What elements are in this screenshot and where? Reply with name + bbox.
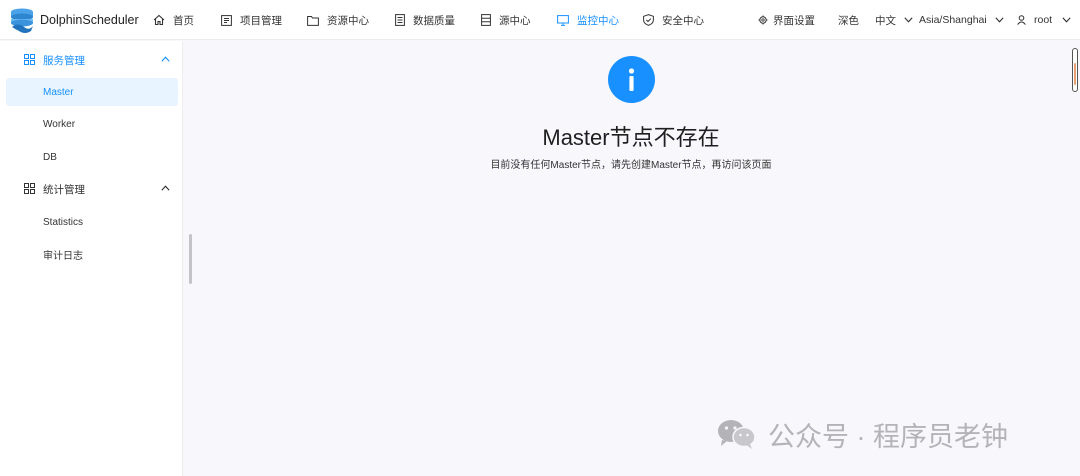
sidebar: 服务管理 Master Worker DB 统计管理 Statistics 审计… <box>0 41 183 476</box>
nav-datasource-label: 源中心 <box>499 14 531 27</box>
timezone-label: Asia/Shanghai <box>919 14 987 26</box>
info-icon <box>608 56 655 103</box>
theme-toggle[interactable]: 深色 <box>838 0 859 40</box>
sidebar-item-master[interactable]: Master <box>6 78 178 106</box>
dolphin-logo-icon <box>8 7 36 33</box>
ui-settings-label: 界面设置 <box>773 14 815 27</box>
chevron-down-icon <box>1062 17 1071 23</box>
nav-security[interactable]: 安全中心 <box>643 0 704 40</box>
nav-data-quality-label: 数据质量 <box>413 14 455 27</box>
user-menu[interactable]: root <box>1017 0 1071 40</box>
chevron-down-icon <box>904 17 913 23</box>
chevron-up-icon <box>161 185 170 191</box>
main-scrollbar[interactable] <box>1072 48 1078 92</box>
nav-project[interactable]: 项目管理 <box>221 0 282 40</box>
result-description: 目前没有任何Master节点，请先创建Master节点，再访问该页面 <box>490 160 772 171</box>
chevron-down-icon <box>995 17 1004 23</box>
app-title: DolphinScheduler <box>40 13 139 27</box>
gear-icon <box>758 15 768 25</box>
sidebar-item-label: Statistics <box>43 216 84 228</box>
sidebar-group-statistics[interactable]: 统计管理 <box>0 176 183 202</box>
shield-icon <box>643 14 654 26</box>
folder-icon <box>307 15 319 26</box>
watermark-text: 公众号 · 程序员老钟 <box>768 421 1008 452</box>
nav-home-label: 首页 <box>173 14 194 27</box>
language-label: 中文 <box>875 14 896 27</box>
database-icon <box>481 14 491 26</box>
sidebar-scrollbar[interactable] <box>189 234 192 284</box>
nav-monitor[interactable]: 监控中心 <box>557 0 619 40</box>
home-icon <box>153 14 165 26</box>
app-logo[interactable]: DolphinScheduler <box>8 6 139 34</box>
sidebar-item-label: Master <box>43 86 74 98</box>
sidebar-group-service[interactable]: 服务管理 <box>0 47 183 73</box>
timezone-select[interactable]: Asia/Shanghai <box>919 0 1004 40</box>
top-navbar: DolphinScheduler 首页 项目管理 资源中心 数据质量 源中心 监… <box>0 0 1080 40</box>
nav-data-quality[interactable]: 数据质量 <box>395 0 455 40</box>
nav-monitor-label: 监控中心 <box>577 14 619 27</box>
nav-resource[interactable]: 资源中心 <box>307 0 369 40</box>
nav-datasource[interactable]: 源中心 <box>481 0 531 40</box>
theme-label: 深色 <box>838 14 859 27</box>
nav-home[interactable]: 首页 <box>153 0 194 40</box>
sidebar-item-audit-log[interactable]: 审计日志 <box>6 240 178 268</box>
monitor-icon <box>557 14 569 26</box>
watermark: 公众号 · 程序员老钟 <box>716 414 1008 454</box>
sidebar-group-label: 统计管理 <box>43 183 85 196</box>
nav-resource-label: 资源中心 <box>327 14 369 27</box>
sidebar-item-statistics[interactable]: Statistics <box>6 208 178 236</box>
chevron-up-icon <box>161 56 170 62</box>
user-icon <box>1017 15 1026 25</box>
result-title: Master节点不存在 <box>542 125 720 150</box>
nav-security-label: 安全中心 <box>662 14 704 27</box>
sidebar-item-label: 审计日志 <box>43 250 83 262</box>
nav-project-label: 项目管理 <box>240 14 282 27</box>
document-icon <box>395 14 405 26</box>
grid-icon <box>24 183 35 194</box>
project-icon <box>221 14 232 26</box>
language-select[interactable]: 中文 <box>875 0 913 40</box>
grid-icon <box>24 54 35 65</box>
sidebar-group-label: 服务管理 <box>43 54 85 67</box>
ui-settings-button[interactable]: 界面设置 <box>758 0 815 40</box>
user-name: root <box>1034 14 1053 26</box>
wechat-icon <box>718 420 756 449</box>
